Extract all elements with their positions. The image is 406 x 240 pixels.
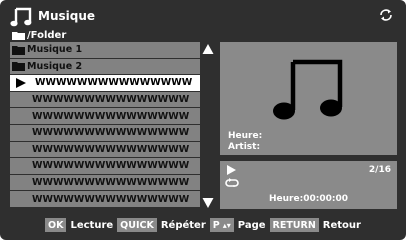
track-row-selected[interactable]: WWWWWWWWWWWWWWW: [10, 75, 200, 91]
file-list: Musique 1 Musique 2 WWWWWWWWWWWWWWW WWWW…: [10, 42, 200, 209]
app-title: Musique: [38, 9, 96, 23]
folder-label: Musique 1: [27, 44, 83, 56]
page-key-label: Page: [237, 219, 266, 231]
folder-path-text: /Folder: [27, 29, 67, 41]
music-browser-screen: Musique /Folder Musique 1 Musique 2 WWWW…: [0, 0, 406, 240]
track-label: WWWWWWWWWWWWWWW: [32, 110, 190, 122]
track-info-panel: Heure: Artist:: [220, 42, 397, 155]
folder-path: /Folder: [12, 28, 66, 42]
track-row[interactable]: WWWWWWWWWWWWWWW: [10, 191, 200, 207]
track-row[interactable]: WWWWWWWWWWWWWWW: [10, 158, 200, 174]
quick-key[interactable]: QUICK: [117, 218, 157, 232]
track-label: WWWWWWWWWWWWWWW: [32, 94, 190, 106]
track-label: WWWWWWWWWWWWWWW: [32, 143, 190, 155]
up-down-arrows-icon: ▴▾: [222, 220, 231, 230]
track-label: WWWWWWWWWWWWWWW: [32, 127, 190, 139]
ok-key-label: Lecture: [70, 219, 114, 231]
track-row[interactable]: WWWWWWWWWWWWWWW: [10, 141, 200, 158]
page-key-text: P: [212, 219, 220, 231]
key-hint-bar: OK Lecture QUICK Répéter P ▴▾ Page RETURN…: [0, 217, 406, 233]
repeat-icon: [225, 178, 239, 187]
heure-label: Heure:: [228, 131, 263, 141]
track-label: WWWWWWWWWWWWWWW: [32, 193, 190, 205]
track-label: WWWWWWWWWWWWWWW: [32, 177, 190, 189]
track-row[interactable]: WWWWWWWWWWWWWWW: [10, 91, 200, 108]
return-key[interactable]: RETURN: [269, 218, 319, 232]
page-key[interactable]: P ▴▾: [209, 218, 234, 232]
folder-row-musique-2[interactable]: Musique 2: [10, 58, 200, 75]
folder-row-musique-1[interactable]: Musique 1: [10, 42, 200, 58]
playback-time: Heure:00:00:00: [269, 194, 348, 204]
folder-icon: [12, 62, 25, 72]
folder-icon: [12, 31, 25, 40]
music-note-icon: [273, 59, 343, 120]
folder-label: Musique 2: [27, 60, 83, 72]
play-icon: [227, 165, 236, 175]
track-row[interactable]: WWWWWWWWWWWWWWW: [10, 174, 200, 191]
playback-panel: 2/16 Heure:00:00:00: [220, 161, 397, 209]
track-counter: 2/16: [368, 165, 391, 175]
track-row[interactable]: WWWWWWWWWWWWWWW: [10, 108, 200, 124]
track-label: WWWWWWWWWWWWWWW: [35, 77, 193, 89]
quick-key-label: Répéter: [160, 219, 206, 231]
music-note-icon: [10, 7, 32, 27]
ok-key[interactable]: OK: [45, 218, 67, 232]
triangle-up-icon[interactable]: [202, 43, 214, 55]
return-key-label: Retour: [322, 219, 361, 231]
track-row[interactable]: WWWWWWWWWWWWWWW: [10, 124, 200, 141]
play-indicator-icon: [16, 77, 26, 88]
refresh-icon[interactable]: [378, 7, 394, 23]
triangle-down-icon[interactable]: [202, 197, 214, 209]
folder-icon: [12, 45, 25, 55]
artist-label: Artist:: [228, 142, 261, 152]
track-label: WWWWWWWWWWWWWWW: [32, 160, 190, 172]
